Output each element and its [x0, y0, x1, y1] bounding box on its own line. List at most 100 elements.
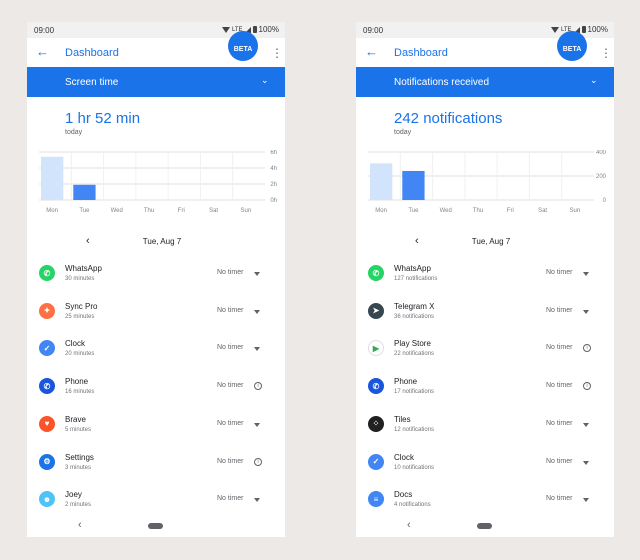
timer-label[interactable]: No timer — [217, 382, 243, 389]
app-usage: 25 minutes — [65, 313, 95, 320]
arrow-left-icon[interactable]: ← — [365, 44, 378, 59]
timer-label[interactable]: No timer — [546, 495, 572, 502]
caret-down-icon[interactable] — [254, 272, 260, 276]
timer-label[interactable]: No timer — [546, 307, 572, 314]
app-row[interactable]: ➤ Telegram X 36 notifications No timer — [356, 295, 614, 331]
timer-label[interactable]: No timer — [217, 269, 243, 276]
battery-level: 100% — [258, 25, 279, 34]
system-nav-bar: ‹ — [356, 517, 614, 537]
caret-down-icon[interactable] — [583, 272, 589, 276]
y-tick-label: 6h — [270, 150, 277, 156]
bar — [73, 184, 96, 200]
info-icon[interactable]: i — [583, 382, 591, 391]
app-row[interactable]: ✆ WhatsApp 127 notifications No timer — [356, 257, 614, 293]
timer-label[interactable]: No timer — [546, 420, 572, 427]
app-usage: 22 notifications — [394, 351, 435, 358]
bar — [402, 170, 425, 200]
app-row[interactable]: ✦ Sync Pro 25 minutes No timer — [27, 295, 285, 331]
chevron-left-icon[interactable]: ‹ — [86, 235, 90, 247]
caret-down-icon[interactable] — [583, 309, 589, 314]
app-name: Play Store — [394, 339, 431, 349]
app-row[interactable]: ⚙ Settings 3 minutes No timer i — [27, 446, 285, 482]
app-usage: 3 minutes — [65, 464, 92, 471]
timer-label[interactable]: No timer — [217, 495, 243, 502]
app-row[interactable]: ✆ WhatsApp 30 minutes No timer — [27, 257, 285, 293]
info-icon[interactable]: i — [254, 457, 262, 466]
home-pill-icon[interactable] — [148, 523, 163, 529]
app-row[interactable]: ✆ Phone 16 minutes No timer i — [27, 370, 285, 406]
chevron-left-icon[interactable]: ‹ — [415, 235, 419, 247]
caret-down-icon[interactable] — [583, 498, 589, 503]
phone-icon: ✆ — [368, 378, 384, 395]
joey-icon: ☻ — [39, 491, 55, 508]
battery-level: 100% — [587, 25, 608, 34]
info-icon[interactable]: i — [583, 344, 591, 353]
arrow-left-icon[interactable]: ← — [36, 44, 49, 59]
app-row[interactable]: ≡ Docs 4 notifications No timer — [356, 483, 614, 519]
more-vert-icon[interactable]: ⋮ — [600, 46, 612, 60]
app-row[interactable]: ♥ Brave 5 minutes No timer — [27, 408, 285, 444]
caret-down-icon[interactable] — [254, 347, 260, 352]
timer-label[interactable]: No timer — [217, 344, 243, 351]
caret-down-icon[interactable] — [583, 460, 589, 465]
app-name: Telegram X — [394, 301, 435, 311]
x-tick-label: Mon — [46, 208, 58, 214]
y-tick-label: 200 — [596, 174, 607, 180]
phone-screen-notifications: 09:00 LTE 100% ← Dashboard BETA ⋮ Notifi… — [356, 22, 614, 537]
app-row[interactable]: ⁘ Tiles 12 notifications No timer — [356, 408, 614, 444]
bar — [41, 156, 64, 200]
app-usage: 17 notifications — [394, 389, 435, 396]
caret-down-icon[interactable] — [254, 498, 260, 503]
app-usage: 30 minutes — [65, 276, 95, 282]
system-nav-bar: ‹ — [27, 517, 285, 537]
timer-label[interactable]: No timer — [546, 269, 572, 276]
x-tick-label: Mon — [375, 208, 387, 214]
y-tick-label: 0 — [603, 198, 607, 204]
app-name: Settings — [65, 452, 94, 462]
settings-icon: ⚙ — [39, 453, 55, 470]
app-usage: 16 minutes — [65, 389, 95, 396]
app-row[interactable]: ☻ Joey 2 minutes No timer — [27, 483, 285, 519]
timer-label[interactable]: No timer — [546, 458, 572, 465]
x-tick-label: Wed — [111, 208, 123, 214]
timer-label[interactable]: No timer — [217, 307, 243, 314]
app-name: Joey — [65, 490, 82, 500]
bar — [370, 163, 393, 200]
home-pill-icon[interactable] — [477, 523, 492, 529]
caret-down-icon[interactable] — [254, 309, 260, 314]
timer-label[interactable]: No timer — [217, 458, 243, 465]
x-tick-label: Sun — [570, 208, 581, 214]
y-tick-label: 0h — [270, 198, 277, 204]
app-row[interactable]: ✓ Clock 20 minutes No timer — [27, 332, 285, 368]
selected-date: Tue, Aug 7 — [471, 237, 511, 246]
more-vert-icon[interactable]: ⋮ — [271, 46, 283, 60]
x-tick-label: Fri — [178, 208, 185, 214]
chevron-down-icon[interactable]: ⌄ — [261, 75, 269, 86]
chevron-down-icon[interactable]: ⌄ — [590, 75, 598, 86]
app-row[interactable]: ▶ Play Store 22 notifications No timer i — [356, 332, 614, 368]
metric-selector[interactable]: Screen time ⌄ — [27, 67, 285, 97]
nav-back-icon[interactable]: ‹ — [78, 519, 82, 531]
app-row[interactable]: ✓ Clock 10 notifications No timer — [356, 446, 614, 482]
brave-icon: ♥ — [39, 415, 55, 432]
x-tick-label: Sun — [241, 208, 252, 214]
tiles-icon: ⁘ — [368, 415, 384, 432]
app-name: Clock — [394, 452, 415, 462]
timer-label[interactable]: No timer — [546, 382, 572, 389]
timer-label[interactable]: No timer — [217, 420, 243, 427]
app-row[interactable]: ✆ Phone 17 notifications No timer i — [356, 370, 614, 406]
clock-icon: ✓ — [368, 453, 384, 470]
phone-screen-screen-time: 09:00 LTE 100% ← Dashboard BETA ⋮ Screen… — [27, 22, 285, 537]
sync-pro-icon: ✦ — [39, 302, 55, 319]
app-usage: 36 notifications — [394, 313, 435, 320]
info-icon[interactable]: i — [254, 382, 262, 391]
caret-down-icon[interactable] — [254, 422, 260, 427]
x-tick-label: Thu — [473, 208, 483, 214]
timer-label[interactable]: No timer — [546, 344, 572, 351]
app-bar: ← Dashboard BETA ⋮ — [27, 31, 285, 67]
metric-selector[interactable]: Notifications received ⌄ — [356, 67, 614, 97]
whatsapp-icon: ✆ — [368, 265, 384, 281]
nav-back-icon[interactable]: ‹ — [407, 519, 411, 531]
metric-selector-label: Notifications received — [394, 77, 490, 88]
caret-down-icon[interactable] — [583, 422, 589, 427]
